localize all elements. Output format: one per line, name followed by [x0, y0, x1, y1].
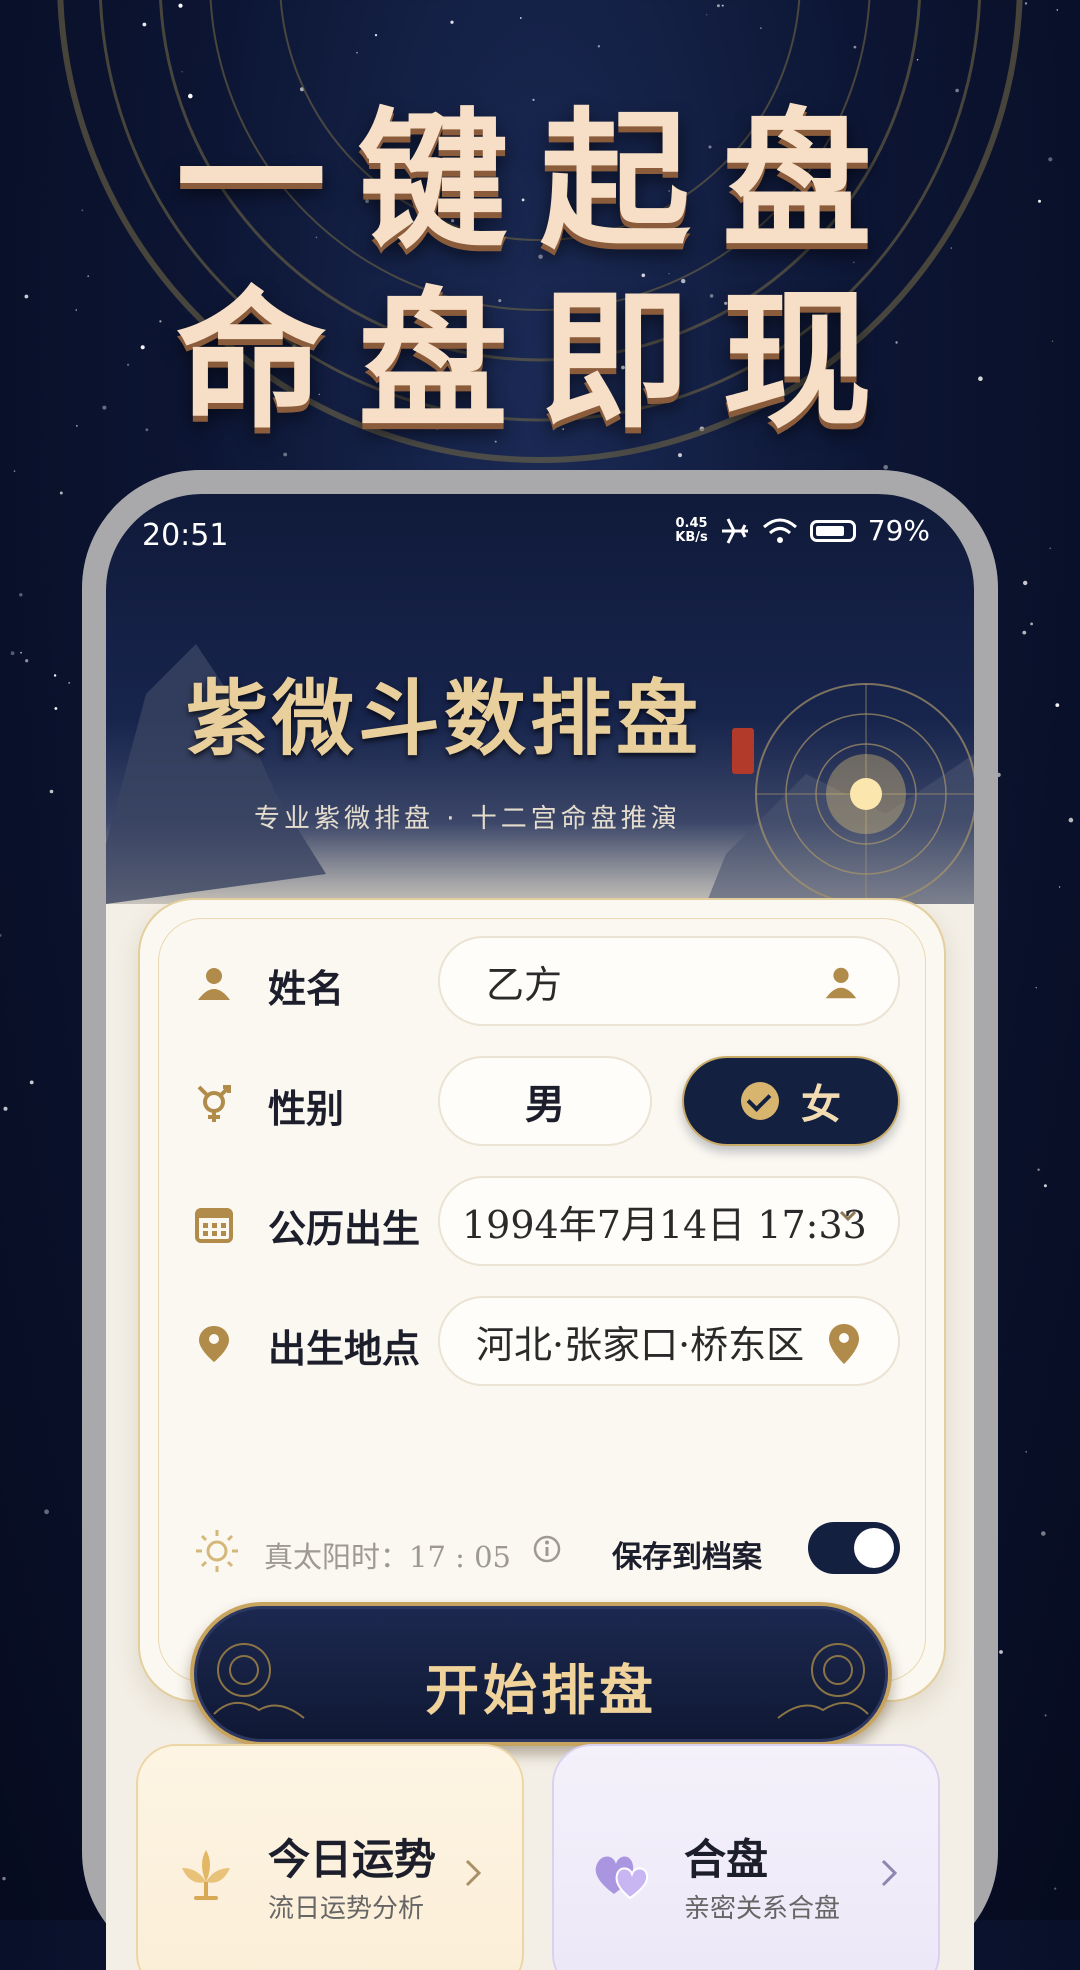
battery-icon — [809, 519, 856, 542]
star — [999, 1650, 1003, 1654]
star — [1059, 886, 1061, 888]
birth-place-value: 河北·张家口·桥东区 — [476, 1322, 805, 1367]
status-bar: 20:51 0.45 KB/s 79% — [106, 494, 974, 574]
star — [44, 1509, 49, 1515]
compatibility-subtitle: 亲密关系合盘 — [684, 1894, 841, 1924]
gender-female-button[interactable]: 女 — [682, 1056, 900, 1146]
star — [59, 491, 63, 495]
battery-percent: 79% — [867, 514, 930, 547]
birth-date-picker[interactable]: 1994年7月14日 17:33 — [438, 1176, 900, 1266]
name-row: 姓名 乙方 — [194, 936, 900, 1030]
name-label: 姓名 — [268, 966, 345, 1011]
star — [1055, 703, 1060, 707]
star — [10, 651, 15, 656]
calendar-icon — [195, 1208, 233, 1243]
star — [2, 1876, 6, 1881]
gender-female-label: 女 — [801, 1081, 841, 1128]
star — [1041, 1531, 1046, 1536]
start-chart-label: 开始排盘 — [425, 1658, 657, 1722]
birth-date-label: 公历出生 — [268, 1206, 421, 1251]
daily-fortune-card[interactable]: 今日运势 流日运势分析 — [136, 1744, 524, 1970]
star — [1037, 1168, 1040, 1171]
star — [49, 789, 54, 794]
gender-label: 性别 — [268, 1086, 345, 1131]
chevron-right-icon — [881, 1859, 898, 1887]
gender-male-label: 男 — [525, 1081, 565, 1128]
star — [1068, 817, 1074, 823]
birth-place-input[interactable]: 河北·张家口·桥东区 — [438, 1296, 900, 1386]
start-chart-button[interactable]: 开始排盘 — [190, 1602, 892, 1746]
gender-icon — [197, 1085, 231, 1122]
star — [1054, 1887, 1057, 1890]
location-pin-icon[interactable] — [824, 1322, 864, 1366]
star — [1030, 622, 1033, 626]
star — [19, 593, 23, 597]
net-speed-unit: KB/s — [675, 529, 708, 545]
star — [53, 674, 57, 677]
wifi-icon — [762, 518, 797, 543]
star — [1049, 547, 1051, 550]
star — [1022, 630, 1027, 635]
chart-input-form: 姓名 乙方 性别 男 女 公历出生 1994年7月14日 17:33 出生地点 … — [138, 898, 946, 1746]
banner-title: 紫微斗数排盘 — [186, 671, 703, 767]
hearts-icon — [595, 1856, 649, 1900]
gender-row: 性别 男 女 — [194, 1056, 900, 1150]
compatibility-title: 合盘 — [684, 1835, 769, 1884]
star — [20, 651, 22, 654]
star — [68, 681, 71, 684]
chevron-down-icon — [839, 1210, 857, 1222]
daily-fortune-title: 今日运势 — [268, 1835, 437, 1884]
birth-place-label: 出生地点 — [268, 1326, 421, 1371]
app-screen: 紫微斗数排盘 专业紫微排盘 · 十二宫命盘推演 20:51 0.45 KB/s — [106, 494, 974, 1970]
phone-frame: 紫微斗数排盘 专业紫微排盘 · 十二宫命盘推演 20:51 0.45 KB/s — [82, 470, 998, 1970]
star — [1044, 1714, 1047, 1717]
name-input[interactable]: 乙方 — [438, 936, 900, 1026]
person-icon — [198, 968, 230, 1000]
birth-date-value: 1994年7月14日 17:33 — [462, 1202, 867, 1247]
star — [25, 659, 29, 663]
network-speed: 0.45 KB/s — [675, 515, 708, 545]
star — [29, 1080, 34, 1085]
star — [1025, 1451, 1027, 1453]
airplane-mode-icon — [721, 517, 748, 544]
compatibility-card[interactable]: 合盘 亲密关系合盘 — [552, 1744, 940, 1970]
birth-date-row: 公历出生 1994年7月14日 17:33 — [194, 1176, 900, 1270]
star — [3, 1106, 8, 1111]
lotus-icon — [182, 1850, 230, 1900]
status-time: 20:51 — [142, 518, 229, 553]
net-speed-value: 0.45 — [675, 515, 708, 531]
gender-male-button[interactable]: 男 — [438, 1056, 652, 1146]
promo-headline-line2: 命盘即现 — [175, 275, 904, 449]
name-value: 乙方 — [486, 962, 563, 1007]
chevron-right-icon — [465, 1859, 482, 1887]
checkmark-icon — [741, 1082, 779, 1120]
star — [1043, 1184, 1047, 1188]
daily-fortune-subtitle: 流日运势分析 — [268, 1894, 425, 1924]
star — [54, 707, 58, 710]
location-pin-icon — [199, 1326, 229, 1362]
birth-place-row: 出生地点 河北·张家口·桥东区 — [194, 1296, 900, 1390]
start-section: 开始排盘 — [190, 1508, 892, 1746]
star — [0, 934, 2, 937]
star — [1022, 580, 1028, 586]
banner-subtitle: 专业紫微排盘 · 十二宫命盘推演 — [254, 804, 681, 834]
contact-picker-icon[interactable] — [822, 964, 860, 1002]
star — [1035, 987, 1038, 989]
